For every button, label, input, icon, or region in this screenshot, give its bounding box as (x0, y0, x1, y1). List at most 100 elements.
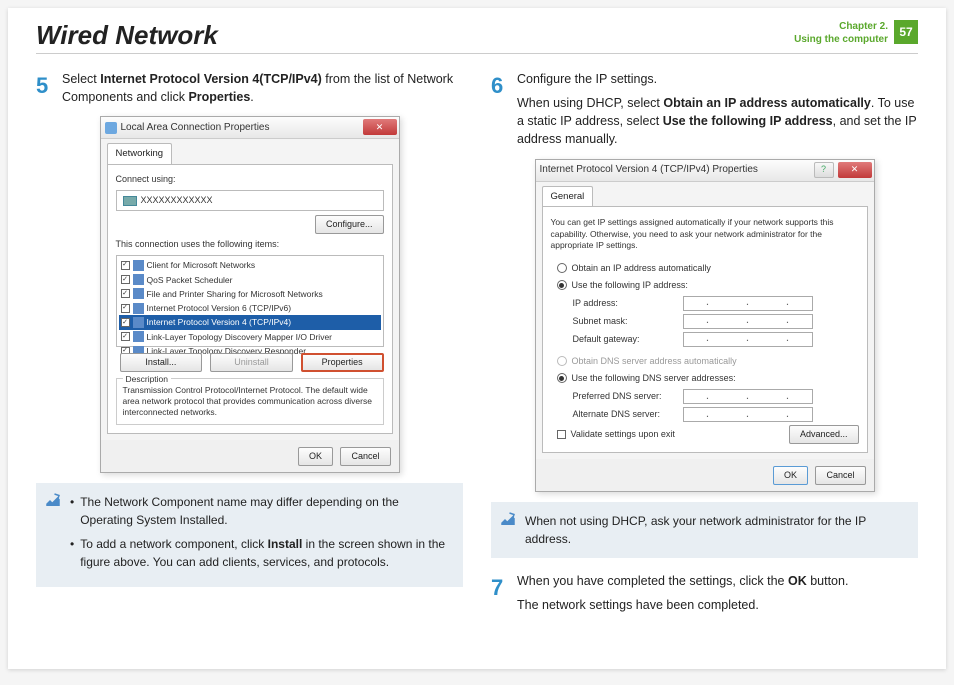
list-item: ✓Client for Microsoft Networks (119, 258, 381, 272)
adapter-name: XXXXXXXXXXXX (141, 194, 213, 207)
component-buttons: Install... Uninstall Properties (116, 353, 384, 372)
step-number: 6 (491, 70, 507, 149)
list-item: ✓ Internet Protocol Version 6 (TCP/IPv6) (119, 301, 381, 315)
bullet-text: The Network Component name may differ de… (80, 493, 451, 529)
cancel-button[interactable]: Cancel (340, 447, 390, 466)
checkbox-icon[interactable]: ✓ (121, 332, 130, 341)
radio-label: Obtain an IP address automatically (572, 262, 711, 275)
ok-button[interactable]: OK (773, 466, 808, 485)
checkbox-icon[interactable]: ✓ (121, 318, 130, 327)
step-text: Configure the IP settings. When using DH… (517, 70, 918, 149)
ok-button[interactable]: OK (298, 447, 333, 466)
radio-obtain-dns[interactable]: Obtain DNS server address automatically (557, 355, 859, 368)
text: Select (62, 72, 100, 86)
adapter-icon (123, 196, 137, 206)
checkbox-icon[interactable]: ✓ (121, 275, 130, 284)
step-line: Configure the IP settings. (517, 70, 918, 88)
help-icon[interactable]: ? (814, 162, 834, 178)
left-column: 5 Select Internet Protocol Version 4(TCP… (36, 70, 463, 624)
radio-icon (557, 280, 567, 290)
cancel-button[interactable]: Cancel (815, 466, 865, 485)
item-label: Internet Protocol Version 4 (TCP/IPv4) (147, 316, 292, 328)
note-box: •The Network Component name may differ d… (36, 483, 463, 587)
ip-input[interactable]: ... (683, 296, 813, 311)
item-label: Link-Layer Topology Discovery Mapper I/O… (147, 331, 333, 343)
dialog-title: Internet Protocol Version 4 (TCP/IPv4) P… (540, 163, 758, 178)
radio-icon (557, 373, 567, 383)
bullet: •The Network Component name may differ d… (70, 493, 451, 529)
checkbox-label: Validate settings upon exit (571, 428, 675, 441)
bold: Internet Protocol Version 4(TCP/IPv4) (100, 72, 322, 86)
bold: Install (268, 537, 303, 551)
bold: Use the following IP address (663, 114, 833, 128)
component-icon (133, 288, 144, 299)
close-icon[interactable]: ✕ (838, 162, 872, 178)
step-number: 5 (36, 70, 52, 106)
chapter-line2: Using the computer (794, 33, 888, 46)
radio-label: Use the following IP address: (572, 279, 688, 292)
step-text: Select Internet Protocol Version 4(TCP/I… (62, 70, 463, 106)
text: . (250, 90, 253, 104)
bullet: •To add a network component, click Insta… (70, 535, 451, 571)
dialog-titlebar: Local Area Connection Properties ✕ (101, 117, 399, 139)
configure-button[interactable]: Configure... (315, 215, 384, 234)
connect-using-label: Connect using: (116, 173, 384, 186)
install-button[interactable]: Install... (120, 353, 203, 372)
component-icon (133, 274, 144, 285)
radio-label: Use the following DNS server addresses: (572, 372, 736, 385)
radio-obtain-ip[interactable]: Obtain an IP address automatically (557, 262, 859, 275)
checkbox-icon[interactable]: ✓ (121, 289, 130, 298)
note-icon (44, 491, 62, 509)
radio-use-ip[interactable]: Use the following IP address: (557, 279, 859, 292)
ip-input[interactable]: ... (683, 332, 813, 347)
bullet-text: To add a network component, click Instal… (80, 535, 451, 571)
field-label: Preferred DNS server: (573, 390, 683, 403)
chapter-line1: Chapter 2. (794, 20, 888, 33)
adapter-field: XXXXXXXXXXXX (116, 190, 384, 211)
page-header: Wired Network Chapter 2. Using the compu… (36, 20, 918, 54)
close-icon[interactable]: ✕ (363, 119, 397, 135)
uninstall-button[interactable]: Uninstall (210, 353, 293, 372)
tab-networking[interactable]: Networking (107, 143, 173, 164)
dialog-panel: You can get IP settings assigned automat… (542, 206, 868, 453)
lan-properties-dialog: Local Area Connection Properties ✕ Netwo… (100, 116, 400, 473)
dialog-titlebar: Internet Protocol Version 4 (TCP/IPv4) P… (536, 160, 874, 182)
step-7: 7 When you have completed the settings, … (491, 572, 918, 614)
properties-button[interactable]: Properties (301, 353, 384, 372)
item-label: QoS Packet Scheduler (147, 274, 233, 286)
network-icon (105, 122, 117, 134)
radio-use-dns[interactable]: Use the following DNS server addresses: (557, 372, 859, 385)
content-columns: 5 Select Internet Protocol Version 4(TCP… (36, 70, 918, 624)
ipv4-properties-dialog: Internet Protocol Version 4 (TCP/IPv4) P… (535, 159, 875, 493)
list-item: ✓ QoS Packet Scheduler (119, 273, 381, 287)
page-title: Wired Network (36, 20, 794, 51)
page-number-badge: 57 (894, 20, 918, 44)
checkbox-icon[interactable]: ✓ (121, 261, 130, 270)
radio-icon (557, 263, 567, 273)
item-label: File and Printer Sharing for Microsoft N… (147, 288, 323, 300)
advanced-button[interactable]: Advanced... (789, 425, 859, 444)
tab-strip: General (536, 182, 874, 207)
bold: OK (788, 574, 807, 588)
ip-input[interactable]: ... (683, 314, 813, 329)
checkbox-icon[interactable]: ✓ (121, 304, 130, 313)
bold: Properties (188, 90, 250, 104)
step-line: When you have completed the settings, cl… (517, 572, 918, 590)
tab-general[interactable]: General (542, 186, 594, 207)
tab-strip: Networking (101, 139, 399, 164)
step-number: 7 (491, 572, 507, 614)
items-label: This connection uses the following items… (116, 238, 384, 251)
info-text: You can get IP settings assigned automat… (551, 215, 859, 257)
step-5: 5 Select Internet Protocol Version 4(TCP… (36, 70, 463, 106)
note-text: When not using DHCP, ask your network ad… (525, 514, 866, 546)
dialog-panel: Connect using: XXXXXXXXXXXX Configure...… (107, 164, 393, 434)
description-group: Description Transmission Control Protoco… (116, 378, 384, 425)
list-item: ✓ Link-Layer Topology Discovery Mapper I/… (119, 330, 381, 344)
right-column: 6 Configure the IP settings. When using … (491, 70, 918, 624)
step-text: When you have completed the settings, cl… (517, 572, 918, 614)
ip-input[interactable]: ... (683, 389, 813, 404)
ip-input[interactable]: ... (683, 407, 813, 422)
component-list[interactable]: ✓Client for Microsoft Networks ✓ QoS Pack… (116, 255, 384, 347)
item-label: Internet Protocol Version 6 (TCP/IPv6) (147, 302, 292, 314)
component-icon (133, 260, 144, 271)
